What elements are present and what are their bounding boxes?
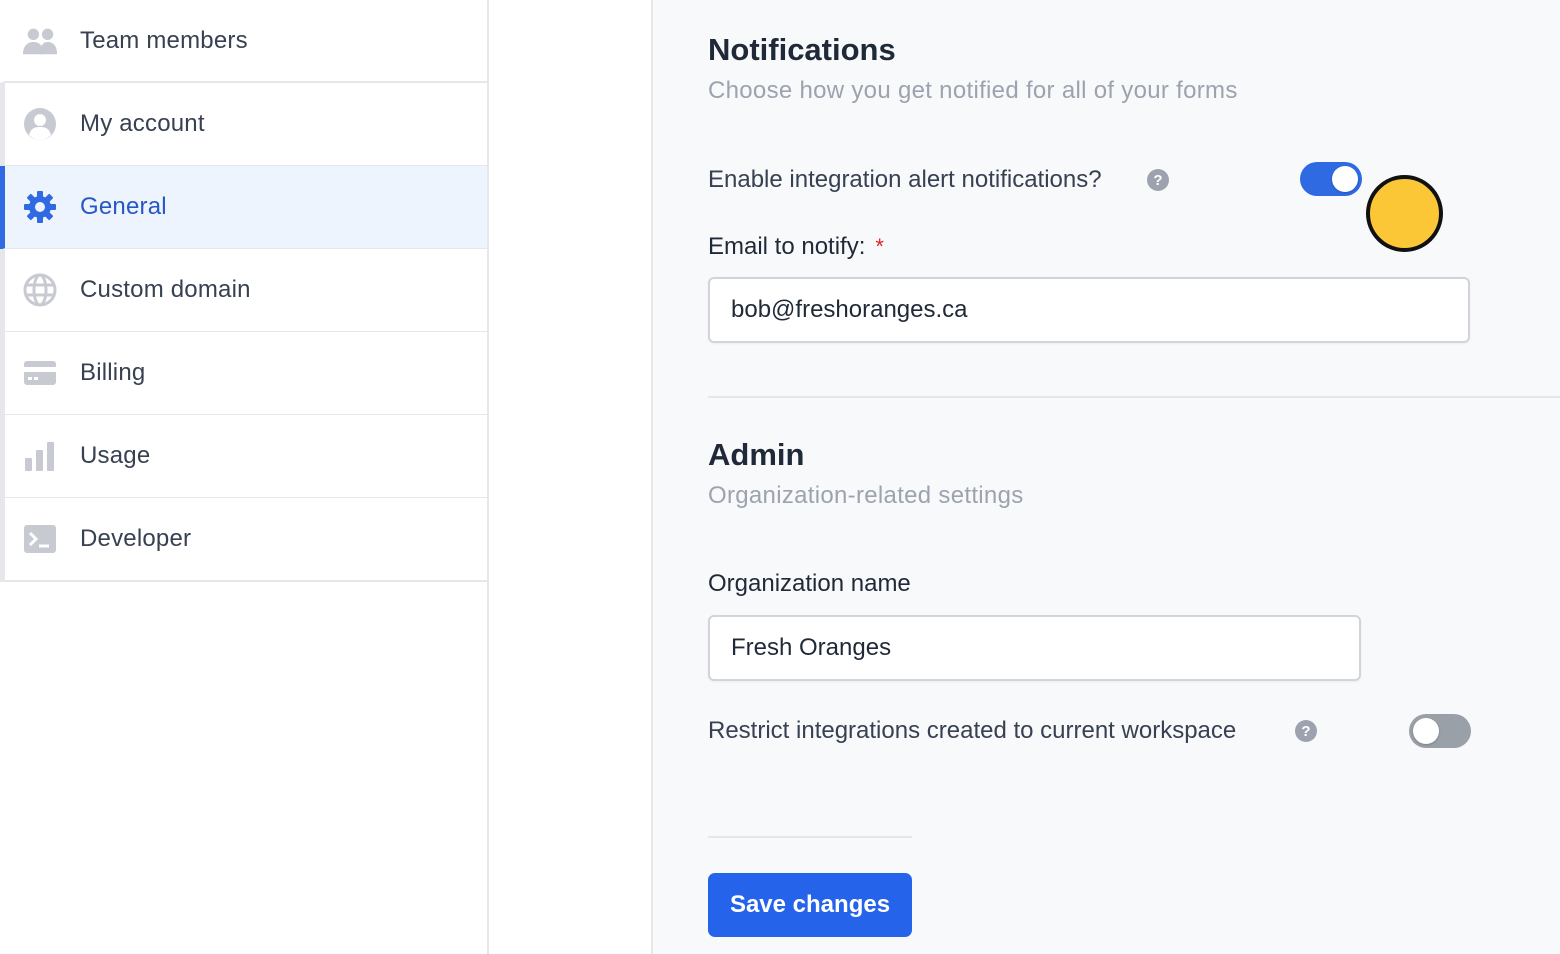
sidebar-item-label: Billing [80, 359, 146, 386]
required-asterisk: * [875, 234, 884, 259]
sidebar-item-billing[interactable]: Billing [0, 332, 487, 416]
credit-card-icon [22, 355, 58, 391]
cursor-marker [1366, 175, 1443, 252]
sidebar-item-label: Custom domain [80, 276, 251, 303]
restrict-integrations-label: Restrict integrations created to current… [708, 717, 1237, 744]
email-label-text: Email to notify: [708, 233, 866, 260]
sidebar-item-label: General [80, 193, 167, 220]
settings-content: Notifications Choose how you get notifie… [653, 0, 1560, 954]
save-changes-button[interactable]: Save changes [708, 873, 912, 937]
spacer-column [489, 0, 653, 954]
toggle-knob [1332, 166, 1358, 192]
gear-icon [22, 189, 58, 225]
email-label: Email to notify: * [708, 233, 884, 261]
organization-name-field[interactable]: Fresh Oranges [708, 615, 1361, 681]
toggle-knob [1413, 718, 1439, 744]
alert-notifications-toggle[interactable] [1300, 162, 1362, 196]
notifications-title: Notifications [708, 32, 896, 67]
sidebar-item-label: Team members [80, 26, 248, 54]
user-circle-icon [22, 106, 58, 142]
sidebar-item-usage[interactable]: Usage [0, 415, 487, 499]
email-field[interactable]: bob@freshoranges.ca [708, 277, 1470, 343]
sidebar-item-my-account[interactable]: My account [0, 83, 487, 167]
sidebar-item-team-members[interactable]: Team members [0, 0, 487, 83]
sidebar-item-label: Developer [80, 525, 192, 552]
team-icon [22, 23, 58, 59]
notifications-subtitle: Choose how you get notified for all of y… [708, 77, 1238, 104]
organization-name-label: Organization name [708, 570, 911, 597]
help-icon[interactable]: ? [1295, 720, 1317, 742]
sidebar-item-custom-domain[interactable]: Custom domain [0, 249, 487, 333]
sidebar-item-label: My account [80, 110, 205, 137]
admin-title: Admin [708, 437, 805, 472]
alert-notifications-label: Enable integration alert notifications? [708, 166, 1102, 193]
terminal-icon [22, 521, 58, 557]
sidebar-item-label: Usage [80, 442, 151, 469]
settings-sidebar: Team members My account General Custom d… [0, 0, 489, 954]
globe-icon [22, 272, 58, 308]
section-divider [708, 396, 1560, 398]
restrict-integrations-toggle[interactable] [1409, 714, 1471, 748]
sidebar-item-developer[interactable]: Developer [0, 498, 487, 582]
admin-subtitle: Organization-related settings [708, 482, 1024, 509]
button-divider [708, 836, 912, 838]
bar-chart-icon [22, 438, 58, 474]
sidebar-item-general[interactable]: General [0, 166, 487, 250]
help-icon[interactable]: ? [1147, 169, 1169, 191]
